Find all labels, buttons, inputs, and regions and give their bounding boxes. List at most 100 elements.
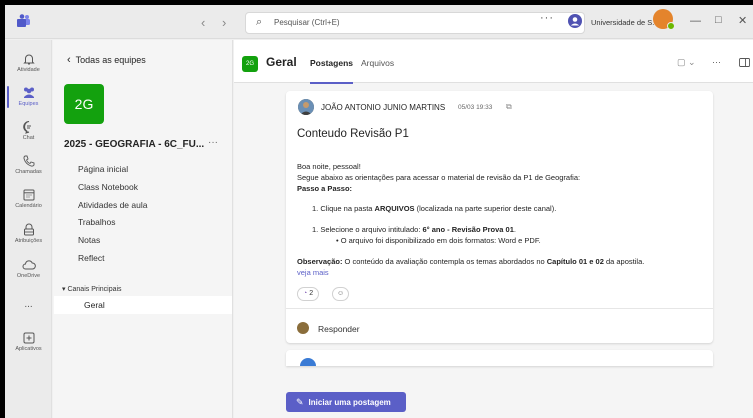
step1-suffix: (localizada na parte superior deste cana… <box>414 204 557 213</box>
teams-icon <box>23 87 34 98</box>
rail-label: Atividade <box>17 67 40 73</box>
back-arrow-icon[interactable]: ‹ <box>201 15 205 30</box>
back-to-teams-link[interactable]: ‹ Todas as equipes <box>67 54 146 66</box>
add-app-icon <box>23 332 34 344</box>
rail-label: Atribuições <box>14 238 43 244</box>
team-more-button[interactable]: ··· <box>208 137 218 148</box>
post-step-1: 1. Clique na pasta ARQUIVOS (localizada … <box>312 204 556 213</box>
new-post-label: Iniciar uma postagem <box>308 398 391 407</box>
channel-main: 2G Geral Postagens Arquivos ▢︎ ⌄ ··· JOÃ… <box>234 40 753 418</box>
search-placeholder: Pesquisar (Ctrl+E) <box>274 18 340 27</box>
chevron-left-icon: ‹ <box>67 54 71 66</box>
tab-postagens[interactable]: Postagens <box>310 58 353 84</box>
forward-arrow-icon[interactable]: › <box>222 15 226 30</box>
channels-header[interactable]: ▾ Canais Principais <box>62 285 122 293</box>
reaction-pill[interactable]: ◔ 2 <box>297 287 320 301</box>
meet-icon[interactable]: ▢︎ ⌄ <box>677 57 696 68</box>
rail-label: Equipes <box>18 101 39 107</box>
rail-item-equipes[interactable]: Equipes <box>5 86 52 108</box>
channel-more-button[interactable]: ··· <box>712 57 721 67</box>
compose-icon: ✎ <box>296 397 304 407</box>
org-name[interactable]: Universidade de S... <box>591 18 659 27</box>
new-post-button[interactable]: ✎ Iniciar uma postagem <box>286 392 406 412</box>
author-avatar[interactable] <box>298 99 314 115</box>
user-avatar[interactable] <box>653 9 675 30</box>
phone-icon <box>23 155 34 167</box>
step2-prefix: 1. Selecione o arquivo intitulado: <box>312 225 423 234</box>
obs-suffix: da apostila. <box>603 257 645 266</box>
teams-logo-icon <box>17 14 30 27</box>
obs-prefix: O conteúdo da avaliação contempla os tem… <box>342 257 547 266</box>
steps-title-text: Passo a Passo: <box>297 184 353 193</box>
reaction-count: 2 <box>309 290 314 297</box>
step1-prefix: 1. Clique na pasta <box>312 204 375 213</box>
team-nav-class-notebook[interactable]: Class Notebook <box>78 182 138 192</box>
team-nav-reflect[interactable]: Reflect <box>78 253 104 263</box>
search-input[interactable]: ⌕ Pesquisar (Ctrl+E) <box>245 12 585 34</box>
channel-title: Geral <box>266 55 297 69</box>
channel-item-geral[interactable]: Geral <box>54 296 232 314</box>
settings-more-button[interactable]: ··· <box>540 12 554 24</box>
org-avatar-icon[interactable] <box>568 14 582 28</box>
step1-bold: ARQUIVOS <box>374 204 415 213</box>
assignments-icon <box>23 223 34 236</box>
chevron-down-icon: ▾ <box>62 286 66 293</box>
post-greeting: Boa noite, pessoal! <box>297 162 361 171</box>
rail-item-atribuicoes[interactable]: Atribuições <box>5 223 52 244</box>
rail-item-chamadas[interactable]: Chamadas <box>5 154 52 175</box>
reply-button[interactable]: Responder <box>318 324 360 334</box>
post-step-2: 1. Selecione o arquivo intitulado: 6° an… <box>312 225 516 234</box>
team-name[interactable]: 2025 - GEOGRAFIA - 6C_FU... <box>64 139 204 150</box>
see-more-link[interactable]: veja mais <box>297 268 329 277</box>
add-reaction-button[interactable]: ☺ <box>332 287 350 301</box>
post-divider <box>286 308 713 309</box>
post-observation: Observação: O conteúdo da avaliação cont… <box>297 257 644 266</box>
minimize-icon[interactable]: — <box>690 15 701 27</box>
next-post-card <box>286 350 713 366</box>
rail-item-atividade[interactable]: Atividade <box>5 52 52 73</box>
next-post-author-avatar[interactable] <box>300 358 316 366</box>
rail-item-aplicativos[interactable]: Aplicativos <box>5 331 52 352</box>
post-title: Conteudo Revisão P1 <box>297 128 409 140</box>
team-nav-atividades[interactable]: Atividades de aula <box>78 200 147 210</box>
rail-item-more[interactable]: ... <box>5 298 52 310</box>
tab-arquivos[interactable]: Arquivos <box>361 58 394 68</box>
close-icon[interactable]: ✕ <box>738 14 747 27</box>
channel-header: 2G Geral Postagens Arquivos ▢︎ ⌄ ··· <box>234 40 753 84</box>
rail-item-chat[interactable]: Chat <box>5 120 52 141</box>
team-nav-trabalhos[interactable]: Trabalhos <box>78 217 115 227</box>
more-icon: ... <box>24 299 33 310</box>
post-intro: Segue abaixo as orientações para acessar… <box>297 173 581 182</box>
maximize-icon[interactable]: □ <box>715 14 722 26</box>
add-reaction-icon: ☺ <box>337 290 345 297</box>
team-nav-notas[interactable]: Notas <box>78 235 100 245</box>
calendar-icon <box>23 189 34 201</box>
channels-header-label: Canais Principais <box>67 286 122 293</box>
rail-label: Chat <box>22 135 35 141</box>
reply-avatar <box>297 322 309 334</box>
cloud-icon <box>22 260 36 270</box>
bell-icon <box>22 54 35 65</box>
post-timestamp: 05/03 19:33 <box>458 104 493 111</box>
rail-label: Calendário <box>15 203 42 209</box>
rail-label: OneDrive <box>16 273 41 279</box>
chat-icon <box>22 121 31 134</box>
step2-bold: 6° ano - Revisão Prova 01 <box>422 225 514 234</box>
rail-label: Aplicativos <box>15 346 42 352</box>
post-author[interactable]: JOÃO ANTONIO JUNIO MARTINS <box>321 103 445 112</box>
obs-label: Observação: <box>297 257 343 266</box>
step2-suffix: . <box>513 225 516 234</box>
channel-badge: 2G <box>242 56 258 72</box>
post-bullet: • O arquivo foi disponibilizado em dois … <box>336 236 541 245</box>
author-photo-icon <box>298 99 314 115</box>
post-steps-title: Passo a Passo: <box>297 184 352 193</box>
channel-info-icon[interactable] <box>739 57 750 68</box>
rail-label: Chamadas <box>15 169 42 175</box>
rail-item-onedrive[interactable]: OneDrive <box>5 258 52 279</box>
rail-item-calendario[interactable]: Calendário <box>5 188 52 209</box>
team-panel: ‹ Todas as equipes 2G 2025 - GEOGRAFIA - … <box>53 40 233 418</box>
teams-window: ‹ › ⌕ Pesquisar (Ctrl+E) ··· Universidad… <box>5 5 753 418</box>
search-icon: ⌕ <box>256 16 263 28</box>
presence-available-icon <box>667 22 675 30</box>
team-nav-pagina-inicial[interactable]: Página inicial <box>78 164 128 174</box>
